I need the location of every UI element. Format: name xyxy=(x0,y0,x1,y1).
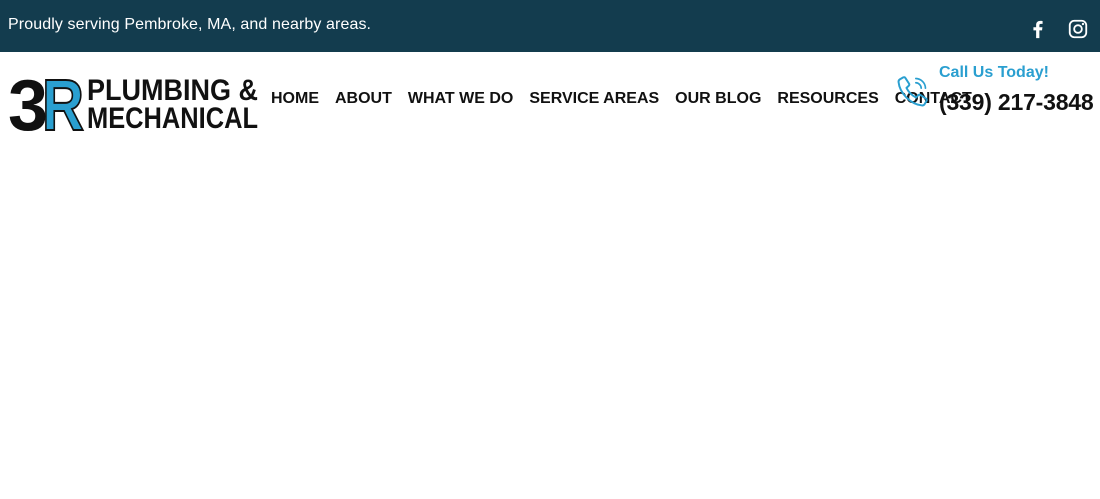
phone-icon xyxy=(896,74,930,108)
call-us-label: Call Us Today! xyxy=(939,64,1049,81)
svg-text:R: R xyxy=(42,72,84,132)
nav-item-home[interactable]: HOME xyxy=(271,89,319,109)
svg-text:MECHANICAL: MECHANICAL xyxy=(87,102,258,132)
site-header: 3 R PLUMBING & MECHANICAL HOME ABOUT WHA… xyxy=(0,52,1100,142)
service-area-tagline: Proudly serving Pembroke, MA, and nearby… xyxy=(8,16,372,33)
company-logo[interactable]: 3 R PLUMBING & MECHANICAL xyxy=(8,72,260,132)
nav-item-what-we-do[interactable]: WHAT WE DO xyxy=(408,89,513,109)
phone-number-link[interactable]: (339) 217-3848 xyxy=(939,89,1094,116)
top-bar: Proudly serving Pembroke, MA, and nearby… xyxy=(0,0,1100,52)
main-navigation: HOME ABOUT WHAT WE DO SERVICE AREAS OUR … xyxy=(271,89,972,109)
nav-item-about[interactable]: ABOUT xyxy=(335,89,392,109)
instagram-icon[interactable] xyxy=(1067,18,1089,40)
nav-item-resources[interactable]: RESOURCES xyxy=(777,89,878,109)
nav-item-our-blog[interactable]: OUR BLOG xyxy=(675,89,761,109)
facebook-icon[interactable] xyxy=(1027,18,1049,40)
nav-item-service-areas[interactable]: SERVICE AREAS xyxy=(529,89,659,109)
